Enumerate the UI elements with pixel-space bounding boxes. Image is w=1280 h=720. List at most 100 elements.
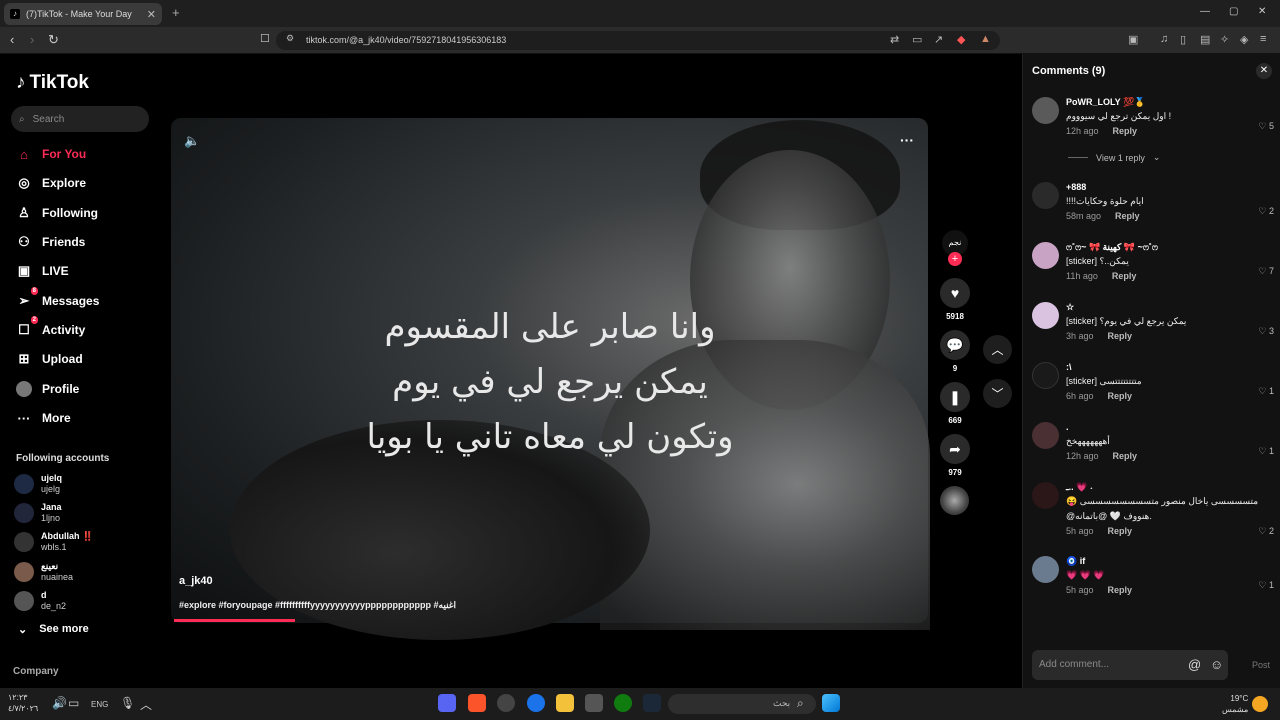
close-icon[interactable]: ✕ [1256, 63, 1272, 79]
browser-tab[interactable]: ♪ (7)TikTok - Make Your Day ✕ [4, 3, 162, 25]
view-replies-button[interactable]: View 1 reply ⌄ [1068, 152, 1160, 163]
reply-button[interactable]: Reply [1115, 211, 1140, 221]
maximize-icon[interactable]: ▢ [1229, 6, 1238, 17]
store-icon[interactable] [585, 694, 603, 712]
xbox-icon[interactable] [614, 694, 632, 712]
follow-plus-icon[interactable]: + [948, 252, 962, 266]
nav-following[interactable]: ♙ Following [16, 203, 98, 223]
previous-video-button[interactable]: ︿ [983, 335, 1012, 364]
back-icon[interactable]: ‹ [10, 32, 14, 47]
reader-icon[interactable]: ▣ [1128, 33, 1138, 46]
next-video-button[interactable]: ﹀ [983, 379, 1012, 408]
video-progress-bar[interactable] [174, 619, 296, 622]
menu-icon[interactable]: ≡ [1260, 33, 1266, 45]
nav-explore[interactable]: ◎ Explore [16, 173, 86, 193]
more-options-icon[interactable]: ··· [900, 132, 914, 148]
reply-button[interactable]: Reply [1113, 126, 1138, 136]
reply-button[interactable]: Reply [1108, 391, 1133, 401]
share-icon[interactable]: ↗ [934, 33, 943, 46]
account-item[interactable]: d de_n2 [14, 590, 66, 612]
avatar[interactable] [1032, 182, 1059, 209]
avatar[interactable] [1032, 422, 1059, 449]
mention-icon[interactable]: @ [1188, 657, 1201, 672]
bookmark-icon[interactable]: ❚ [940, 382, 970, 412]
share-action[interactable]: ➦ 979 [940, 434, 970, 477]
avatar[interactable] [1032, 362, 1059, 389]
nav-messages[interactable]: ➢ 8 Messages [16, 287, 99, 311]
app-icon[interactable] [497, 694, 515, 712]
search-input[interactable]: ⌕ Search [11, 106, 149, 132]
close-tab-icon[interactable]: ✕ [147, 8, 156, 21]
company-link[interactable]: Company [13, 666, 59, 677]
video-caption[interactable]: #explore #foryoupage #ffffffffffyyyyyyyy… [179, 600, 899, 611]
site-info-icon[interactable]: ⚙ [286, 33, 294, 44]
nav-friends[interactable]: ⚇ Friends [16, 232, 85, 252]
brave-icon[interactable] [468, 694, 486, 712]
forward-icon[interactable]: › [30, 32, 34, 47]
network-tray-icon[interactable]: ▭ [68, 696, 79, 710]
new-tab-icon[interactable]: + [172, 5, 180, 20]
share-arrow-icon[interactable]: ➦ [940, 434, 970, 464]
reply-button[interactable]: Reply [1112, 271, 1137, 281]
emoji-icon[interactable]: ☺ [1210, 657, 1223, 672]
brave-shield-icon[interactable]: ◆ [957, 33, 965, 46]
comment-like[interactable]: ♡ 1 [1258, 446, 1274, 457]
discord-icon[interactable] [438, 694, 456, 712]
video-author[interactable]: a_jk40 [179, 575, 213, 587]
reply-button[interactable]: Reply [1113, 451, 1138, 461]
account-item[interactable]: Abdullah ‼️ wbls.1 [14, 531, 93, 553]
translate-icon[interactable]: ⇄ [890, 33, 899, 46]
comment-like[interactable]: ♡ 3 [1258, 326, 1274, 337]
leo-icon[interactable]: ✧ [1220, 33, 1229, 46]
volume-tray-icon[interactable]: 🔊 [52, 696, 67, 710]
comment-like[interactable]: ♡ 2 [1258, 206, 1274, 217]
account-item[interactable]: ujelq ujelg [14, 473, 62, 495]
comment-icon[interactable]: 💬 [940, 330, 970, 360]
account-item[interactable]: نعينع nuainea [14, 561, 73, 583]
clock[interactable]: ١٢:٢٣ ٤/٧/٢٠٢٦ [8, 692, 38, 714]
file-explorer-icon[interactable] [556, 694, 574, 712]
nav-upload[interactable]: ⊞ Upload [16, 349, 83, 369]
tiktok-logo[interactable]: ♪ TikTok [16, 72, 89, 94]
comment-like[interactable]: ♡ 2 [1258, 526, 1274, 537]
comment-like[interactable]: ♡ 5 [1258, 121, 1274, 132]
mic-tray-icon[interactable]: 🎙 [120, 696, 135, 710]
chrome-icon[interactable] [527, 694, 545, 712]
minimize-icon[interactable]: — [1200, 6, 1210, 17]
rewards-icon[interactable]: ▲ [980, 33, 991, 45]
comment-like[interactable]: ♡ 1 [1258, 386, 1274, 397]
close-window-icon[interactable]: ✕ [1258, 6, 1266, 17]
nav-profile[interactable]: Profile [16, 379, 79, 399]
sidebar-icon[interactable]: ▯ [1180, 33, 1186, 46]
language-indicator[interactable]: ENG [91, 700, 108, 709]
reply-button[interactable]: Reply [1108, 526, 1133, 536]
nav-more[interactable]: ··· More [16, 408, 71, 428]
comment-action[interactable]: 💬 9 [940, 330, 970, 373]
avatar[interactable] [1032, 302, 1059, 329]
see-more-button[interactable]: ⌄ See more [18, 623, 89, 636]
volume-icon[interactable]: 🔈 [184, 133, 200, 149]
account-item[interactable]: Jana 1ljno [14, 502, 62, 524]
cast-icon[interactable]: ▭ [912, 33, 922, 46]
heart-icon[interactable]: ♥ [940, 278, 970, 308]
like-action[interactable]: ♥ 5918 [940, 278, 970, 321]
avatar[interactable] [1032, 482, 1059, 509]
windows-start-icon[interactable] [822, 694, 840, 712]
reply-button[interactable]: Reply [1108, 585, 1133, 595]
avatar[interactable] [1032, 97, 1059, 124]
reload-icon[interactable]: ↻ [48, 32, 59, 48]
post-button[interactable]: Post [1252, 660, 1270, 670]
taskbar-search[interactable]: بحث [668, 694, 816, 714]
comment-like[interactable]: ♡ 1 [1258, 580, 1274, 591]
nav-activity[interactable]: ☐ 2 Activity [16, 316, 85, 340]
reply-button[interactable]: Reply [1108, 331, 1133, 341]
avatar[interactable] [1032, 556, 1059, 583]
music-icon[interactable]: ♫ [1160, 33, 1168, 45]
tray-overflow-icon[interactable]: ︿ [140, 696, 152, 713]
weather-widget[interactable]: 19°C مشمس [1222, 693, 1248, 715]
steam-icon[interactable] [643, 694, 661, 712]
comment-like[interactable]: ♡ 7 [1258, 266, 1274, 277]
nav-for-you[interactable]: ⌂ For You [16, 144, 86, 164]
vpn-icon[interactable]: ◈ [1240, 33, 1248, 46]
avatar[interactable] [1032, 242, 1059, 269]
